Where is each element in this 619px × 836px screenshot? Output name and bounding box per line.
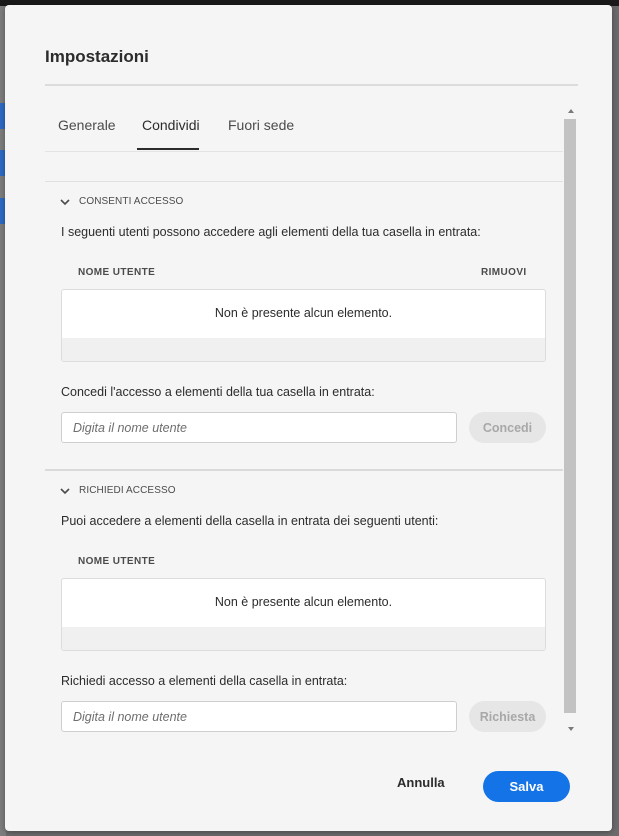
- request-user-list: Non è presente alcun elemento.: [61, 578, 546, 651]
- settings-scroll-area[interactable]: Generale Condividi Fuori sede CONSENTI A…: [45, 101, 578, 739]
- grant-button[interactable]: Concedi: [469, 412, 546, 443]
- vertical-scrollbar[interactable]: [563, 101, 578, 739]
- scrollbar-thumb[interactable]: [564, 119, 576, 713]
- tab-bar: Generale Condividi Fuori sede: [45, 101, 563, 152]
- grant-list-footer: [62, 338, 545, 361]
- scroll-up-arrow-icon[interactable]: [563, 103, 578, 119]
- request-username-input[interactable]: [61, 701, 457, 732]
- grant-prompt: Concedi l'accesso a elementi della tua c…: [61, 385, 375, 399]
- request-prompt: Richiedi accesso a elementi della casell…: [61, 674, 348, 688]
- request-access-section-toggle[interactable]: RICHIEDI ACCESSO: [59, 485, 176, 496]
- settings-content: Generale Condividi Fuori sede CONSENTI A…: [45, 101, 563, 739]
- tab-out-of-office[interactable]: Fuori sede: [228, 117, 294, 133]
- request-button[interactable]: Richiesta: [469, 701, 546, 732]
- save-button[interactable]: Salva: [483, 771, 570, 802]
- grant-access-section-toggle[interactable]: CONSENTI ACCESSO: [59, 196, 183, 207]
- cancel-button[interactable]: Annulla: [397, 775, 445, 790]
- title-divider: [45, 84, 578, 86]
- request-access-title: RICHIEDI ACCESSO: [79, 485, 176, 496]
- grant-access-title: CONSENTI ACCESSO: [79, 196, 184, 207]
- chevron-down-icon: [60, 198, 70, 205]
- tab-share[interactable]: Condividi: [142, 117, 200, 133]
- section-divider: [45, 181, 563, 182]
- grant-user-list: Non è presente alcun elemento.: [61, 289, 546, 362]
- section-divider: [45, 469, 563, 471]
- grant-username-input[interactable]: [61, 412, 457, 443]
- request-col-username: NOME UTENTE: [78, 556, 156, 567]
- grant-col-remove: RIMUOVI: [481, 267, 527, 278]
- tab-general[interactable]: Generale: [58, 117, 116, 133]
- scroll-down-arrow-icon[interactable]: [563, 721, 578, 737]
- active-tab-indicator: [137, 148, 199, 150]
- dialog-title: Impostazioni: [45, 47, 149, 66]
- grant-list-empty: Non è presente alcun elemento.: [214, 306, 393, 320]
- grant-col-username: NOME UTENTE: [78, 267, 156, 278]
- settings-dialog: Impostazioni Generale Condividi Fuori se…: [5, 5, 612, 831]
- request-access-description: Puoi accedere a elementi della casella i…: [61, 514, 439, 528]
- grant-access-description: I seguenti utenti possono accedere agli …: [61, 225, 481, 239]
- chevron-down-icon: [60, 487, 70, 494]
- request-list-footer: [62, 627, 545, 650]
- request-list-empty: Non è presente alcun elemento.: [214, 595, 393, 609]
